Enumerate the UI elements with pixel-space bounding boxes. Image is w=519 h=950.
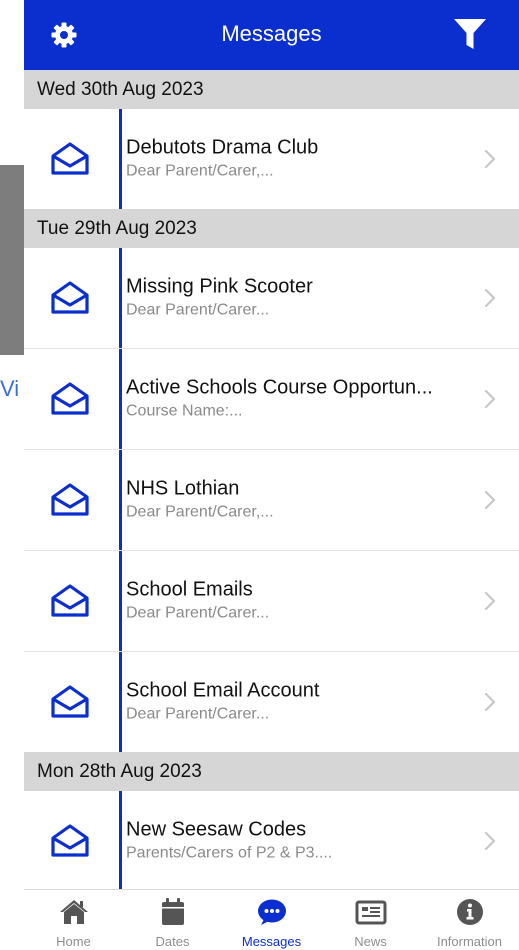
message-subject: School Email Account — [126, 679, 320, 702]
message-preview: Dear Parent/Carer... — [126, 705, 270, 723]
info-icon — [454, 897, 486, 927]
tab-label: News — [354, 934, 387, 949]
row-divider — [119, 450, 122, 550]
message-row-active-schools-course[interactable]: Active Schools Course Opportun... Course… — [24, 349, 519, 450]
tab-label: Dates — [155, 934, 190, 949]
message-row-new-seesaw-codes[interactable]: New Seesaw Codes Parents/Carers of P2 & … — [24, 791, 519, 892]
message-preview: Dear Parent/Carer,... — [126, 162, 274, 180]
message-text: School Emails Dear Parent/Carer... — [126, 578, 459, 625]
message-row-nhs-lothian[interactable]: NHS Lothian Dear Parent/Carer,... — [24, 450, 519, 551]
message-subject: Debutots Drama Club — [126, 136, 319, 159]
row-divider — [119, 551, 122, 651]
envelope-open-icon — [50, 583, 90, 619]
message-text: Debutots Drama Club Dear Parent/Carer,..… — [126, 136, 459, 183]
message-preview: Dear Parent/Carer... — [126, 301, 270, 319]
tab-messages[interactable]: Messages — [222, 890, 321, 950]
date-header: Tue 29th Aug 2023 — [24, 209, 519, 248]
bottom-tab-bar: Home Dates Messages News Information — [24, 889, 519, 950]
row-divider — [119, 248, 122, 348]
chevron-right-icon — [484, 149, 496, 169]
message-row-school-emails[interactable]: School Emails Dear Parent/Carer... — [24, 551, 519, 652]
home-icon — [58, 897, 90, 927]
envelope-open-icon — [50, 684, 90, 720]
tab-dates[interactable]: Dates — [123, 890, 222, 950]
date-header: Mon 28th Aug 2023 — [24, 752, 519, 791]
tab-news[interactable]: News — [321, 890, 420, 950]
chat-bubble-icon — [256, 897, 288, 927]
newspaper-icon — [355, 897, 387, 927]
message-preview: Parents/Carers of P2 & P3.... — [126, 844, 333, 862]
chevron-right-icon — [484, 692, 496, 712]
message-list: Wed 30th Aug 2023 Debutots Drama Club De… — [24, 70, 519, 892]
envelope-open-icon — [50, 823, 90, 859]
message-preview: Course Name:... — [126, 402, 243, 420]
message-subject: NHS Lothian — [126, 477, 240, 500]
tab-label: Information — [436, 934, 503, 949]
tab-home[interactable]: Home — [24, 890, 123, 950]
tab-label: Messages — [241, 934, 302, 949]
chevron-right-icon — [484, 591, 496, 611]
header-bar: Messages — [24, 0, 519, 70]
message-subject: School Emails — [126, 578, 253, 601]
chevron-right-icon — [484, 831, 496, 851]
background-window-edge — [0, 165, 24, 355]
tab-information[interactable]: Information — [420, 890, 519, 950]
message-preview: Dear Parent/Carer... — [126, 604, 270, 622]
chevron-right-icon — [484, 288, 496, 308]
row-divider — [119, 791, 122, 891]
envelope-open-icon — [50, 482, 90, 518]
message-subject: Missing Pink Scooter — [126, 275, 313, 298]
message-preview: Dear Parent/Carer,... — [126, 503, 274, 521]
message-row-debutots-drama-club[interactable]: Debutots Drama Club Dear Parent/Carer,..… — [24, 109, 519, 209]
message-text: New Seesaw Codes Parents/Carers of P2 & … — [126, 818, 459, 865]
message-row-missing-pink-scooter[interactable]: Missing Pink Scooter Dear Parent/Carer..… — [24, 248, 519, 349]
message-subject: New Seesaw Codes — [126, 818, 307, 841]
message-text: Missing Pink Scooter Dear Parent/Carer..… — [126, 275, 459, 322]
message-subject: Active Schools Course Opportun... — [126, 376, 433, 399]
message-text: School Email Account Dear Parent/Carer..… — [126, 679, 459, 726]
row-divider — [119, 109, 122, 209]
chevron-right-icon — [484, 389, 496, 409]
background-link-text: Vi — [0, 376, 20, 401]
calendar-icon — [157, 897, 189, 927]
message-row-school-email-account[interactable]: School Email Account Dear Parent/Carer..… — [24, 652, 519, 752]
messages-app: Messages Wed 30th Aug 2023 Debutots Dram… — [24, 0, 519, 950]
envelope-open-icon — [50, 280, 90, 316]
row-divider — [119, 652, 122, 752]
page-title: Messages — [221, 21, 322, 46]
message-text: Active Schools Course Opportun... Course… — [126, 376, 459, 423]
filter-icon[interactable] — [453, 18, 487, 50]
message-text: NHS Lothian Dear Parent/Carer,... — [126, 477, 459, 524]
row-divider — [119, 349, 122, 449]
envelope-open-icon — [50, 381, 90, 417]
tab-label: Home — [56, 934, 91, 949]
date-header: Wed 30th Aug 2023 — [24, 70, 519, 109]
chevron-right-icon — [484, 490, 496, 510]
envelope-open-icon — [50, 141, 90, 177]
